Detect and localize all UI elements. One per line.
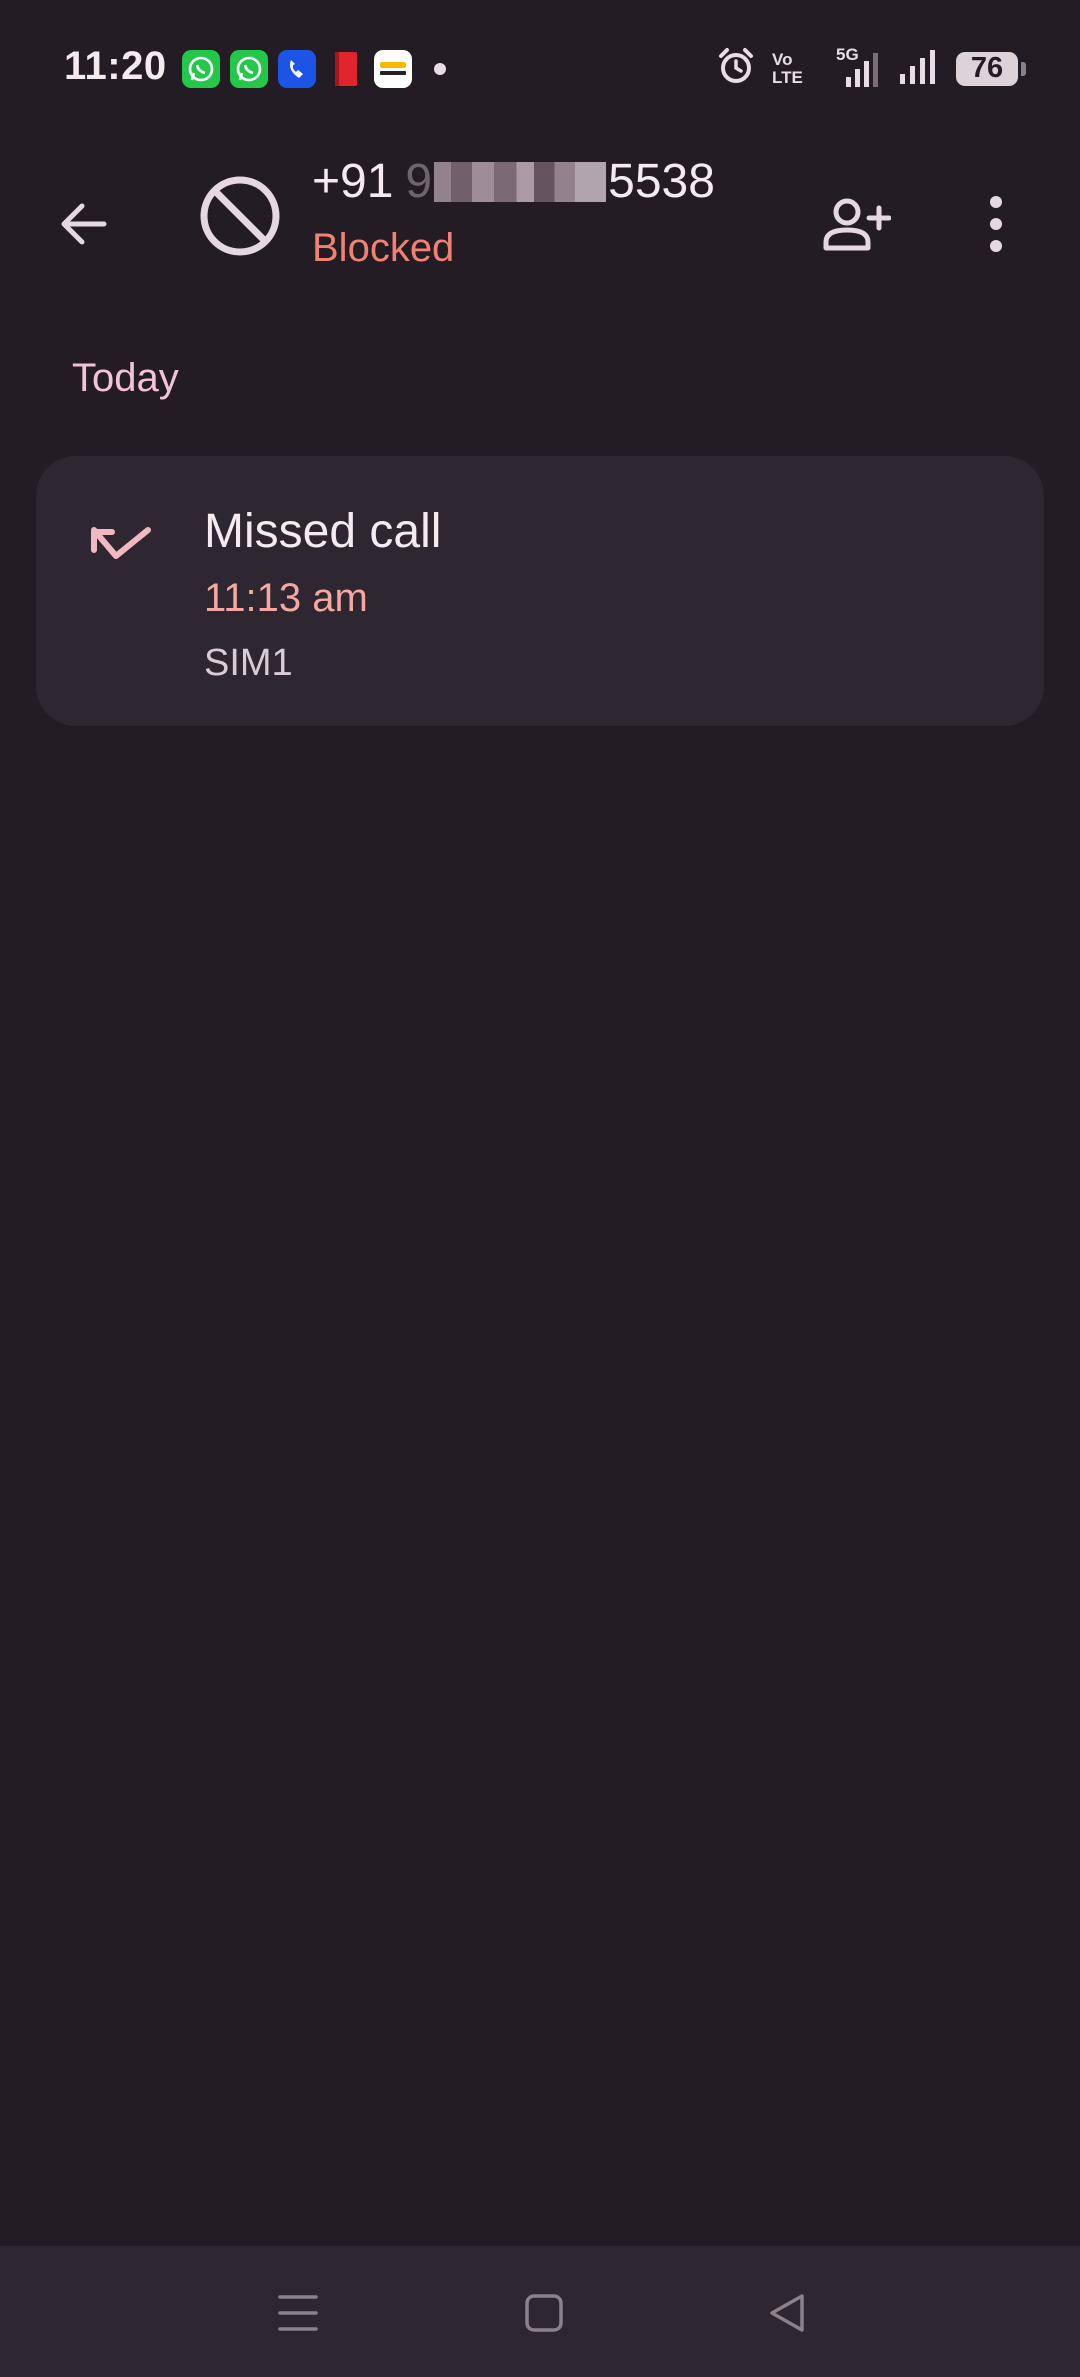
status-bar: 11:20 Vo LTE 5G 76 [0,0,1080,130]
number-prefix: +91 [312,155,394,208]
section-header-today: Today [72,356,179,400]
call-sim: SIM1 [204,642,293,684]
blocked-avatar [196,172,284,260]
notification-icons [182,50,446,88]
lte-label: LTE [772,67,803,87]
back-button[interactable] [44,184,124,264]
add-contact-button[interactable] [812,180,900,268]
battery-indicator: 76 [956,51,1026,86]
more-notifications-dot [434,63,446,75]
more-options-button[interactable] [956,180,1036,268]
menu-icon [278,2295,318,2331]
signal-5g-icon: 5G [836,45,882,89]
system-back-button[interactable] [752,2278,822,2348]
home-button[interactable] [509,2278,579,2348]
app-bar: +91 9 5538 Blocked [0,150,1080,290]
signal-icon [898,46,940,91]
volte-label: Vo [772,49,793,69]
number-masked-hint: 9 [405,155,433,208]
captain-app-icon [374,50,412,88]
redacted-number [434,161,607,202]
whatsapp-business-icon [230,50,268,88]
call-type: Missed call [204,505,442,558]
blocked-status: Blocked [312,226,455,270]
block-icon [200,176,280,256]
call-time: 11:13 am [204,576,368,620]
alarm-icon [716,46,756,91]
system-icons: Vo LTE 5G 76 [716,45,1026,91]
call-history-item[interactable]: Missed call 11:13 am SIM1 [36,456,1044,726]
whatsapp-icon [182,50,220,88]
truecaller-icon [278,50,316,88]
recent-apps-button[interactable] [263,2278,333,2348]
status-time: 11:20 [64,44,167,88]
arrow-left-icon [61,203,107,245]
navigation-bar [0,2246,1080,2377]
contact-number: +91 9 5538 [312,154,715,209]
volte-indicator: Vo LTE [772,49,820,89]
red-book-icon [326,50,364,88]
person-add-icon [823,198,891,251]
missed-call-icon [91,527,151,559]
number-suffix: 5538 [608,155,715,208]
square-home-icon [525,2294,563,2332]
triangle-back-icon [770,2294,804,2332]
more-vert-icon [990,196,1002,252]
